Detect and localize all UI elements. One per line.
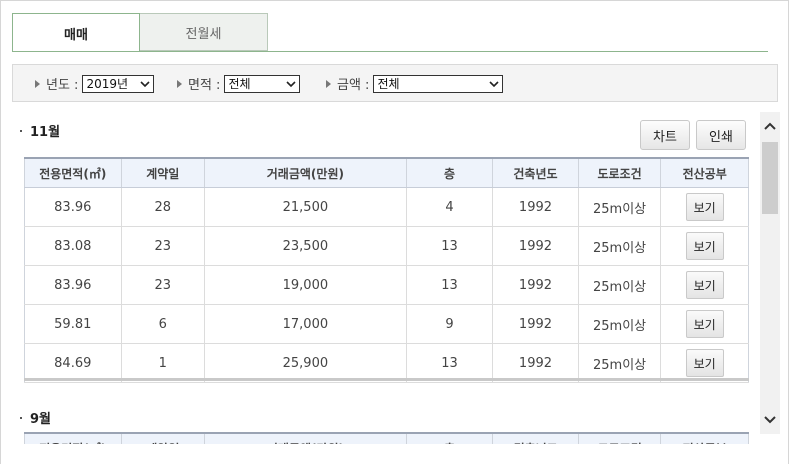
col-contract-day: 계약일 (120, 157, 205, 188)
view-button[interactable]: 보기 (685, 310, 724, 338)
table-header-row: 전용면적(㎡) 계약일 거래금액(만원) 층 건축년도 도로조건 전산공부 (24, 432, 749, 444)
view-button[interactable]: 보기 (685, 349, 724, 377)
view-button[interactable]: 보기 (685, 193, 724, 221)
bullet-arrow-icon (35, 79, 40, 88)
year-select[interactable]: 2019년 (82, 74, 155, 93)
year-select-value: 2019년 (86, 76, 129, 91)
chevron-down-icon (140, 80, 151, 87)
area-select[interactable]: 전체 (224, 74, 301, 93)
table-header-row: 전용면적(㎡) 계약일 거래금액(만원) 층 건축년도 도로조건 전산공부 (24, 157, 749, 188)
year-filter-label: 년도 : (46, 78, 79, 93)
table-row: 84.69 1 25,900 13 1992 25m이상 보기 (24, 343, 749, 383)
chart-button[interactable]: 차트 (640, 120, 690, 150)
year-filter: 년도 : 2019년 (35, 74, 155, 93)
chevron-down-icon (764, 416, 776, 424)
trade-type-tabs: 매매 전월세 (12, 13, 768, 52)
col-price: 거래금액(만원) (204, 157, 407, 188)
amount-filter-label: 금액 : (337, 78, 370, 93)
col-area: 전용면적(㎡) (24, 157, 122, 188)
table-row: 83.96 23 19,000 13 1992 25m이상 보기 (24, 265, 749, 305)
scrollbar-thumb[interactable] (762, 142, 778, 214)
scroll-up-button[interactable] (760, 116, 780, 136)
col-road: 도로조건 (577, 157, 661, 188)
table-row: 83.96 28 21,500 4 1992 25m이상 보기 (24, 187, 749, 227)
month-heading: 11월 (20, 121, 60, 140)
bullet-dot-icon (20, 129, 22, 132)
area-filter: 면적 : 전체 (177, 74, 301, 93)
col-registry: 전산공부 (660, 157, 749, 188)
tab-underline (12, 51, 768, 52)
vertical-scrollbar[interactable] (760, 112, 780, 434)
print-button[interactable]: 인쇄 (696, 120, 746, 150)
area-select-value: 전체 (228, 76, 251, 91)
bullet-arrow-icon (326, 79, 331, 88)
scroll-down-button[interactable] (760, 410, 780, 430)
table-bottom-border (24, 378, 749, 381)
bullet-arrow-icon (177, 79, 182, 88)
chevron-down-icon (286, 80, 297, 87)
view-button[interactable]: 보기 (685, 232, 724, 260)
chevron-up-icon (764, 122, 776, 130)
tab-sale[interactable]: 매매 (12, 13, 140, 52)
chevron-down-icon (489, 80, 500, 87)
bullet-dot-icon (20, 416, 22, 419)
transaction-table: 전용면적(㎡) 계약일 거래금액(만원) 층 건축년도 도로조건 전산공부 (24, 432, 749, 444)
table-row: 83.08 23 23,500 13 1992 25m이상 보기 (24, 226, 749, 266)
month-heading: 9월 (20, 408, 51, 427)
col-build-year: 건축년도 (492, 157, 579, 188)
amount-select[interactable]: 전체 (373, 74, 504, 93)
transaction-list[interactable]: 11월 차트 인쇄 전용면적(㎡) 계약일 거래금액(만원) 층 건축년도 도로… (12, 108, 760, 444)
col-floor: 층 (405, 157, 493, 188)
filter-bar: 년도 : 2019년 면적 : 전체 금액 : 전체 (12, 64, 778, 102)
transaction-table: 전용면적(㎡) 계약일 거래금액(만원) 층 건축년도 도로조건 전산공부 83… (24, 157, 749, 383)
tab-rent[interactable]: 전월세 (140, 13, 268, 51)
amount-filter: 금액 : 전체 (326, 74, 504, 93)
area-filter-label: 면적 : (188, 78, 221, 93)
amount-select-value: 전체 (377, 76, 400, 91)
table-row: 59.81 6 17,000 9 1992 25m이상 보기 (24, 304, 749, 344)
view-button[interactable]: 보기 (685, 271, 724, 299)
